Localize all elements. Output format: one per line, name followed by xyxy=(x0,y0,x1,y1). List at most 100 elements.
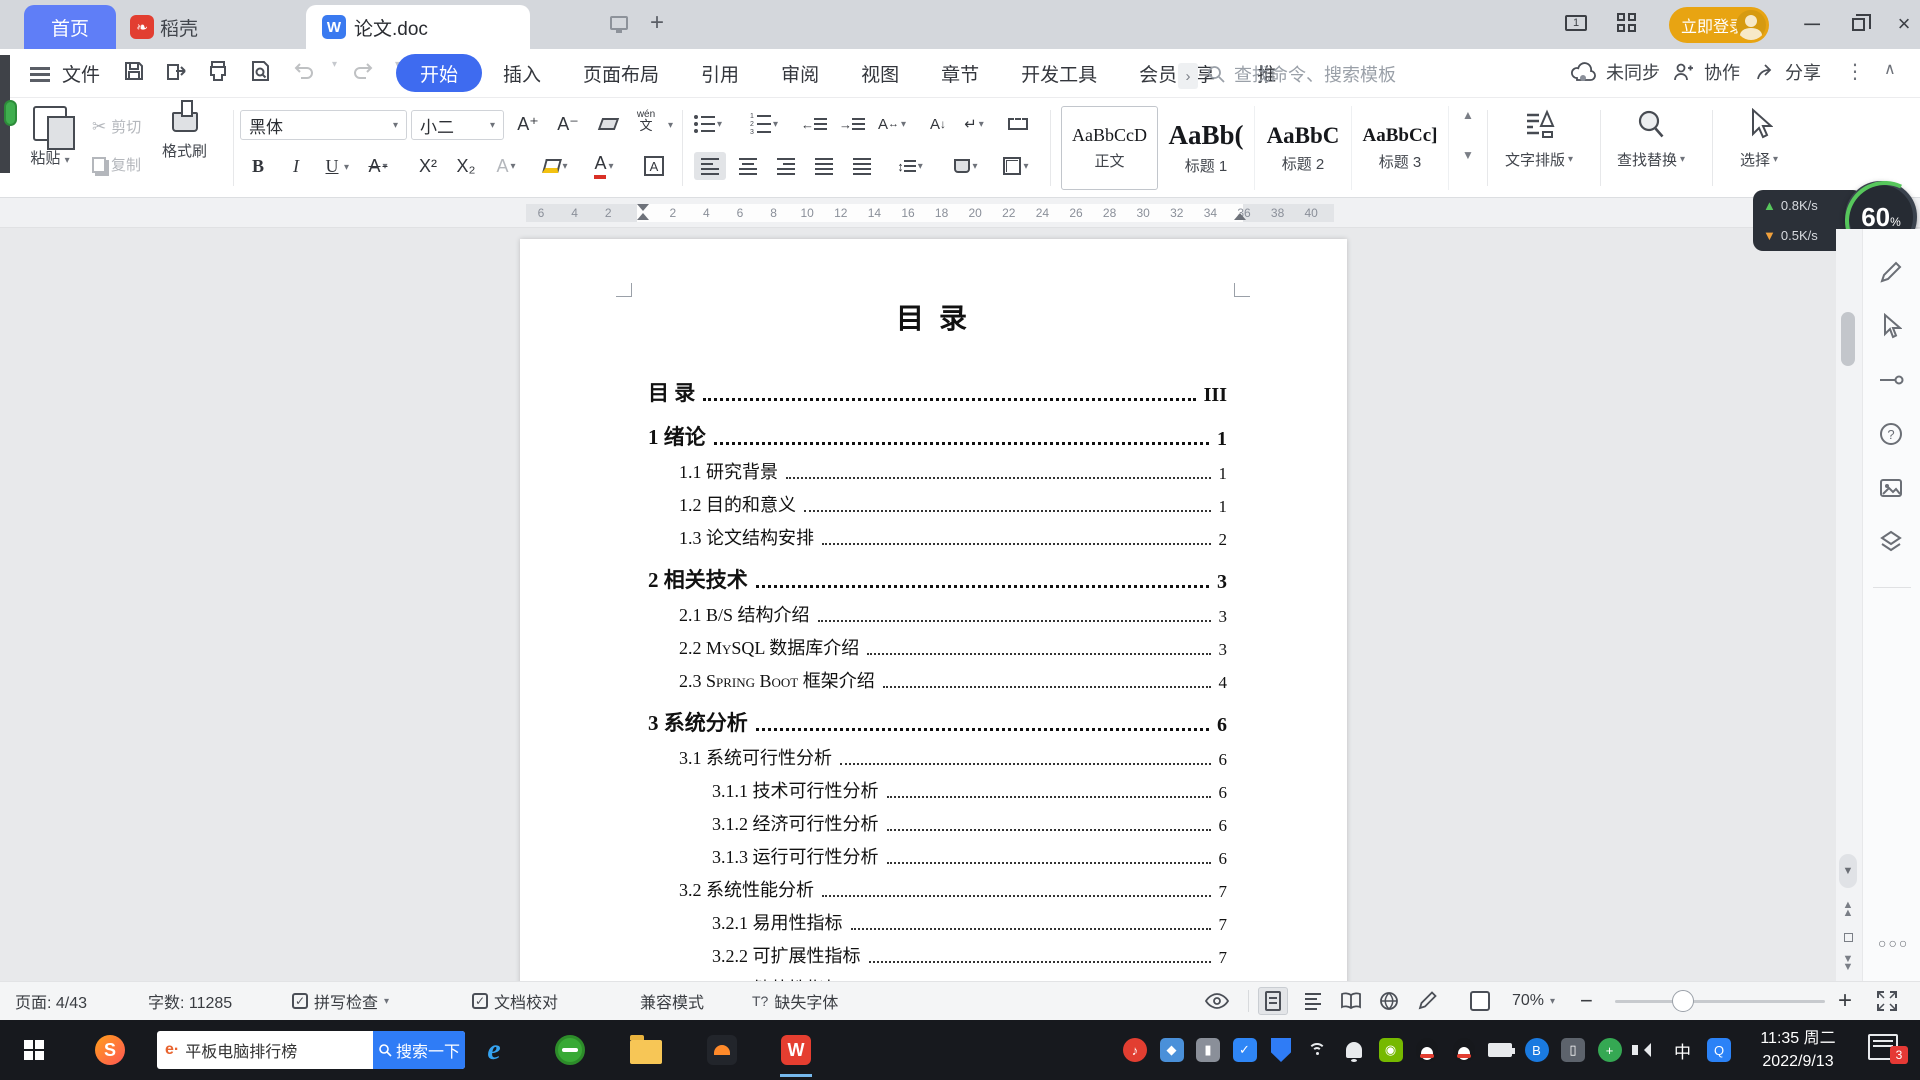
taskbar-search[interactable]: e· 平板电脑排行榜 搜索一下 xyxy=(157,1031,465,1069)
apps-grid-icon[interactable] xyxy=(1617,13,1636,32)
export-icon[interactable] xyxy=(164,59,190,85)
highlight-gray-button[interactable]: A▾ xyxy=(490,152,522,180)
green-browser-icon[interactable] xyxy=(552,1032,588,1068)
proofread-toggle[interactable]: ✓ 文档校对 xyxy=(472,982,558,1020)
toc-entry[interactable]: 1.3 论文结构安排2 xyxy=(648,517,1227,550)
align-right-button[interactable] xyxy=(770,152,802,180)
zoom-slider-thumb[interactable] xyxy=(1672,990,1694,1012)
first-line-indent-marker[interactable] xyxy=(637,204,649,211)
numbered-list-icon[interactable]: 123▾ xyxy=(748,110,780,138)
share-button[interactable]: 分享 xyxy=(1755,59,1821,85)
pinyin-guide-icon[interactable]: wén文 xyxy=(630,106,662,134)
undo-icon[interactable] xyxy=(290,59,316,85)
print-icon[interactable] xyxy=(206,59,232,85)
view-write-mode[interactable] xyxy=(1412,982,1442,1020)
missing-font-warning[interactable]: T? 缺失字体 xyxy=(752,982,838,1020)
align-center-button[interactable] xyxy=(732,152,764,180)
wps-taskbar-icon[interactable]: W xyxy=(778,1032,814,1068)
usb-tray-icon[interactable]: ▮ xyxy=(1195,1037,1221,1063)
strikethrough-button[interactable]: A▾ xyxy=(362,152,394,180)
collapse-ribbon-icon[interactable]: ∧ xyxy=(1884,59,1896,79)
more-tabs-chevron[interactable]: › xyxy=(1178,63,1198,89)
word-count[interactable]: 字数: 11285 xyxy=(148,982,232,1020)
underline-dropdown-icon[interactable]: ▾ xyxy=(344,162,349,173)
toc-entry[interactable]: 3.1.2 经济可行性分析6 xyxy=(648,803,1227,836)
toc-entry[interactable]: 3.2.2 可扩展性指标7 xyxy=(648,935,1227,968)
redo-icon[interactable] xyxy=(353,59,379,85)
vertical-scrollbar[interactable]: ▼ ▲▲ ▼▼ xyxy=(1836,229,1862,981)
right-indent-marker[interactable] xyxy=(1234,213,1246,220)
float-window-icon[interactable] xyxy=(610,16,628,30)
antivirus-icon[interactable]: + xyxy=(1597,1037,1623,1063)
driver-assistant-icon[interactable]: ✓ xyxy=(1232,1037,1258,1063)
battery-icon[interactable] xyxy=(1487,1037,1513,1063)
scrollbar-thumb[interactable] xyxy=(1841,312,1855,366)
view-web-mode[interactable] xyxy=(1374,982,1404,1020)
line-spacing-button[interactable]: ↕▾ xyxy=(894,152,926,180)
font-color-button[interactable]: A▾ xyxy=(588,152,620,180)
style-标题 2[interactable]: AaBbC标题 2 xyxy=(1255,106,1352,190)
fit-page-button[interactable] xyxy=(1470,982,1490,1020)
print-preview-icon[interactable] xyxy=(248,59,274,85)
ribbon-tab-章节[interactable]: 章节 xyxy=(920,54,1000,92)
text-layout-tool[interactable]: 文字排版▾ xyxy=(1494,106,1584,170)
wifi-icon[interactable] xyxy=(1305,1037,1331,1063)
align-left-button[interactable] xyxy=(694,152,726,180)
page-indicator[interactable]: 页面: 4/43 xyxy=(15,982,87,1020)
docer-tab[interactable]: ❧ 稻壳 xyxy=(118,5,210,49)
ribbon-tab-开发工具[interactable]: 开发工具 xyxy=(1000,54,1118,92)
toc-entry[interactable]: 3.1 系统可行性分析6 xyxy=(648,737,1227,770)
toc-title[interactable]: 目 录 xyxy=(520,297,1347,337)
bullet-list-icon[interactable]: ▾ xyxy=(692,110,724,138)
ribbon-tab-审阅[interactable]: 审阅 xyxy=(760,54,840,92)
zoom-slider-track[interactable] xyxy=(1615,1000,1825,1003)
toc-entry[interactable]: 2 相关技术3 xyxy=(648,550,1227,594)
toc-entry[interactable]: 3.1.3 运行可行性分析6 xyxy=(648,836,1227,869)
search-go-button[interactable]: 搜索一下 xyxy=(373,1031,465,1069)
sync-status[interactable]: 未同步 xyxy=(1570,59,1660,85)
decrease-font-icon[interactable]: A⁻ xyxy=(552,110,584,138)
toc-entry[interactable]: 3.1.1 技术可行性分析6 xyxy=(648,770,1227,803)
toc-entry[interactable]: 3 系统分析6 xyxy=(648,693,1227,737)
select-browse-object-button[interactable] xyxy=(1838,925,1858,949)
clear-format-icon[interactable] xyxy=(592,110,624,138)
minimize-button[interactable]: ─ xyxy=(1795,7,1829,41)
superscript-button[interactable]: X² xyxy=(412,152,444,180)
undo-dropdown-icon[interactable]: ▾ xyxy=(332,59,337,85)
restore-button[interactable] xyxy=(1841,7,1875,41)
shading-button[interactable]: ▾ xyxy=(950,152,982,180)
floating-widget[interactable] xyxy=(4,100,17,126)
format-painter-button[interactable]: 格式刷 xyxy=(162,112,207,161)
horizontal-ruler[interactable]: 642246810121416182022242628303234363840 xyxy=(0,198,1920,228)
save-icon[interactable] xyxy=(122,59,148,85)
usb-device-icon[interactable]: ▯ xyxy=(1560,1037,1586,1063)
login-button[interactable]: 立即登录 xyxy=(1669,7,1769,43)
previous-page-button[interactable]: ▲▲ xyxy=(1838,897,1858,921)
align-justify-button[interactable] xyxy=(808,152,840,180)
document-tab[interactable]: W 论文.doc xyxy=(306,5,530,49)
file-explorer-icon[interactable] xyxy=(628,1032,664,1068)
decrease-indent-icon[interactable]: ← xyxy=(798,110,830,138)
volume-icon[interactable] xyxy=(1633,1037,1659,1063)
sogou-input-icon[interactable]: S xyxy=(92,1032,128,1068)
toc-entry[interactable]: 目 录III xyxy=(648,363,1227,407)
char-spacing-icon[interactable]: A↔▾ xyxy=(876,110,908,138)
tab-ruler-icon[interactable] xyxy=(1002,110,1034,138)
extract-tool-icon[interactable] xyxy=(1878,529,1906,557)
view-outline-mode[interactable] xyxy=(1298,982,1328,1020)
char-border-button[interactable]: A xyxy=(638,152,670,180)
compat-mode-label[interactable]: 兼容模式 xyxy=(640,982,704,1020)
increase-font-icon[interactable]: A⁺ xyxy=(512,110,544,138)
text-direction-icon[interactable]: A↓ xyxy=(922,110,954,138)
font-name-select[interactable]: 黑体▾ xyxy=(240,110,407,140)
bold-button[interactable]: B xyxy=(242,152,274,180)
view-page-mode[interactable] xyxy=(1258,982,1288,1020)
home-tab[interactable]: 首页 xyxy=(24,5,116,49)
view-read-mode[interactable] xyxy=(1336,982,1366,1020)
ribbon-tab-开始[interactable]: 开始 xyxy=(396,54,482,92)
ribbon-tab-引用[interactable]: 引用 xyxy=(680,54,760,92)
styles-down-icon[interactable]: ▼ xyxy=(1462,148,1474,162)
help-icon[interactable]: ? xyxy=(1878,421,1906,449)
style-正文[interactable]: AaBbCcD正文 xyxy=(1061,106,1158,190)
toc-entry[interactable]: 3.2 系统性能分析7 xyxy=(648,869,1227,902)
